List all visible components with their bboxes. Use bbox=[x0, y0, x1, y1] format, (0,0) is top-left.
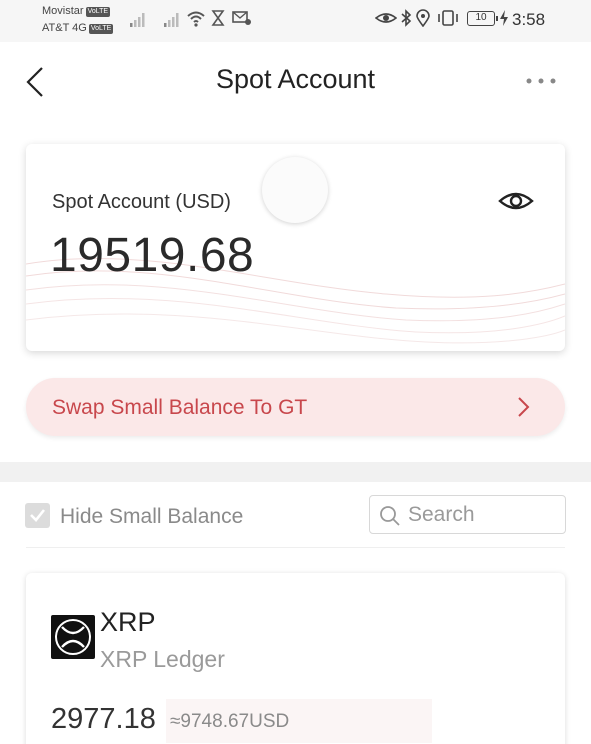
search-input[interactable] bbox=[408, 500, 558, 530]
top-nav: Spot Account bbox=[0, 42, 591, 122]
filter-divider bbox=[26, 547, 565, 548]
account-balance: 19519.68 bbox=[50, 229, 255, 282]
chevron-right-icon bbox=[518, 397, 530, 417]
carrier-1-name: Movistar bbox=[42, 5, 84, 17]
vibrate-icon bbox=[438, 10, 458, 26]
eye-comfort-icon bbox=[375, 13, 397, 23]
wifi-icon bbox=[187, 11, 205, 27]
swap-label: Swap Small Balance To GT bbox=[52, 396, 308, 419]
more-button[interactable] bbox=[524, 74, 558, 88]
hide-small-balance-label[interactable]: Hide Small Balance bbox=[60, 505, 243, 529]
location-icon bbox=[416, 9, 430, 27]
xrp-logo-icon bbox=[51, 615, 95, 659]
carrier-2-name: AT&T 4G bbox=[42, 22, 87, 34]
carrier-1: Movistar VoLTE bbox=[42, 5, 111, 18]
toggle-balance-visibility-button[interactable] bbox=[498, 187, 534, 215]
hourglass-icon bbox=[211, 10, 225, 26]
bluetooth-icon bbox=[401, 9, 412, 27]
page-title: Spot Account bbox=[215, 64, 376, 94]
volte-badge-2: VoLTE bbox=[88, 24, 114, 34]
coin-symbol: XRP bbox=[100, 607, 156, 637]
more-horizontal-icon bbox=[526, 78, 556, 84]
hide-small-balance-checkbox[interactable] bbox=[25, 503, 50, 528]
status-bar: Movistar VoLTE AT&T 4G VoLTE 10 3:58 bbox=[0, 0, 591, 42]
status-time: 3:58 bbox=[512, 10, 546, 29]
charging-icon bbox=[500, 10, 508, 26]
section-divider bbox=[0, 462, 591, 482]
check-icon bbox=[30, 509, 46, 522]
search-box[interactable] bbox=[369, 495, 566, 534]
swap-small-balance-button[interactable]: Swap Small Balance To GT bbox=[26, 378, 565, 436]
volte-badge: VoLTE bbox=[85, 7, 111, 17]
signal-2-icon bbox=[164, 13, 179, 27]
coin-amount: 2977.18 bbox=[51, 703, 156, 735]
account-label: Spot Account (USD) bbox=[52, 191, 231, 213]
coin-card-xrp[interactable]: XRP XRP Ledger 2977.18 ≈9748.67USD bbox=[26, 573, 565, 744]
carrier-2: AT&T 4G VoLTE bbox=[42, 22, 114, 35]
coin-usd-value: ≈9748.67USD bbox=[170, 711, 290, 732]
mail-settings-icon bbox=[232, 11, 251, 25]
xrp-logo-graphic bbox=[55, 619, 91, 655]
floating-assistive-button[interactable] bbox=[262, 157, 328, 223]
signal-icon bbox=[130, 13, 145, 27]
coin-name: XRP Ledger bbox=[100, 646, 225, 672]
eye-icon bbox=[498, 192, 534, 210]
search-icon bbox=[380, 506, 400, 526]
battery-indicator: 10 bbox=[467, 11, 498, 26]
